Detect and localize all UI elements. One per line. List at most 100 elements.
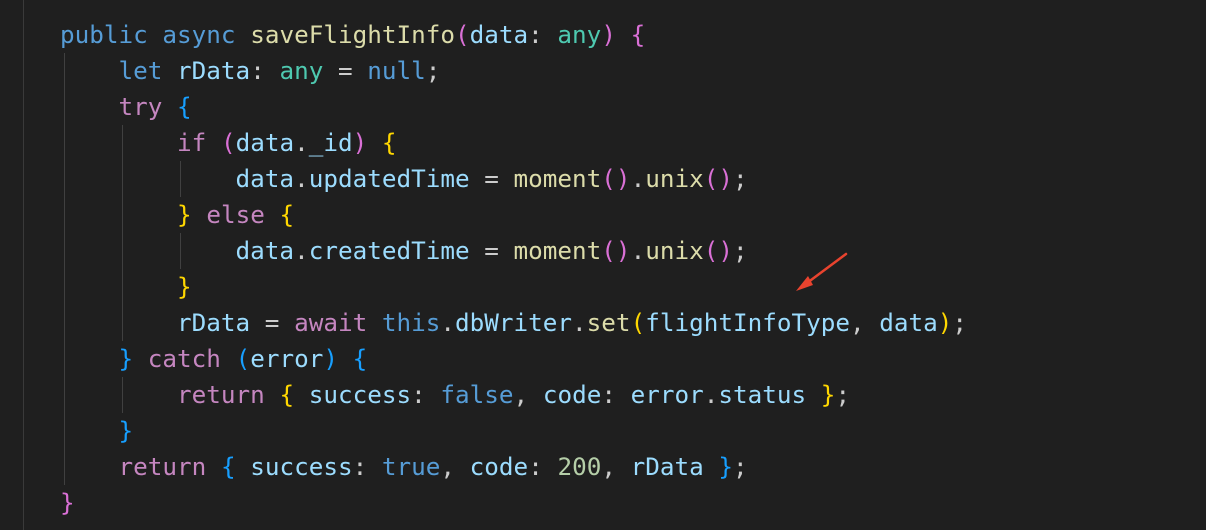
- code-line[interactable]: try {: [60, 89, 967, 125]
- code-token: }: [718, 452, 734, 481]
- code-token: this: [381, 308, 441, 337]
- code-token: ;: [835, 380, 851, 409]
- code-line[interactable]: if (data._id) {: [60, 125, 967, 161]
- code-token: rData: [630, 452, 704, 481]
- code-token: data: [235, 128, 295, 157]
- code-block[interactable]: public async saveFlightInfo(data: any) {…: [60, 17, 967, 521]
- code-token: try: [118, 92, 163, 121]
- code-token: :: [250, 56, 280, 85]
- code-token: set: [586, 308, 631, 337]
- code-token: any: [557, 20, 602, 49]
- code-line[interactable]: let rData: any = null;: [60, 53, 967, 89]
- code-token: rData: [177, 308, 251, 337]
- code-token: {: [381, 128, 397, 157]
- code-token: (: [235, 344, 251, 373]
- code-token: let: [118, 56, 163, 85]
- code-token: =: [469, 236, 514, 265]
- code-token: return: [177, 380, 265, 409]
- code-editor[interactable]: public async saveFlightInfo(data: any) {…: [0, 0, 1206, 530]
- code-token: }: [177, 200, 192, 229]
- code-token: (): [703, 236, 733, 265]
- code-token: ,: [513, 380, 543, 409]
- code-token: .: [294, 128, 309, 157]
- code-token: .: [440, 308, 455, 337]
- code-line[interactable]: }: [60, 485, 967, 521]
- code-token: false: [440, 380, 514, 409]
- code-token: async: [162, 20, 236, 49]
- code-line[interactable]: public async saveFlightInfo(data: any) {: [60, 17, 967, 53]
- code-line[interactable]: rData = await this.dbWriter.set(flightIn…: [60, 305, 967, 341]
- code-token: _id: [308, 128, 353, 157]
- code-token: (): [601, 236, 631, 265]
- code-token: .: [630, 236, 646, 265]
- code-token: :: [411, 380, 441, 409]
- code-token: .: [703, 380, 719, 409]
- code-token: error: [250, 344, 324, 373]
- code-token: public: [60, 20, 148, 49]
- code-token: else: [206, 200, 265, 229]
- code-token: code: [469, 452, 529, 481]
- code-line[interactable]: }: [60, 269, 967, 305]
- code-token: ): [601, 20, 616, 49]
- code-token: createdTime: [308, 236, 470, 265]
- code-token: :: [528, 452, 558, 481]
- code-token: return: [118, 452, 207, 481]
- code-token: :: [601, 380, 631, 409]
- code-token: success: [308, 380, 412, 409]
- code-token: ): [937, 308, 953, 337]
- code-token: rData: [177, 56, 251, 85]
- code-token: catch: [147, 344, 221, 373]
- code-token: ;: [952, 308, 968, 337]
- code-token: {: [630, 20, 646, 49]
- code-token: unix: [645, 236, 704, 265]
- code-line[interactable]: } catch (error) {: [60, 341, 967, 377]
- code-token: data: [235, 164, 295, 193]
- code-token: .: [572, 308, 587, 337]
- code-token: await: [294, 308, 368, 337]
- code-token: =: [469, 164, 514, 193]
- code-line[interactable]: return { success: true, code: 200, rData…: [60, 449, 967, 485]
- code-line[interactable]: data.updatedTime = moment().unix();: [60, 161, 967, 197]
- code-token: .: [294, 236, 309, 265]
- code-token: }: [118, 416, 134, 445]
- code-token: =: [323, 56, 368, 85]
- code-token: }: [60, 488, 75, 517]
- code-token: moment: [513, 164, 602, 193]
- code-token: ): [352, 128, 368, 157]
- code-line[interactable]: return { success: false, code: error.sta…: [60, 377, 967, 413]
- code-line[interactable]: } else {: [60, 197, 967, 233]
- code-line[interactable]: }: [60, 413, 967, 449]
- code-token: true: [381, 452, 441, 481]
- code-token: .: [630, 164, 646, 193]
- code-token: ): [323, 344, 338, 373]
- code-token: flightInfoType: [645, 308, 850, 337]
- code-token: .: [294, 164, 309, 193]
- code-line[interactable]: data.createdTime = moment().unix();: [60, 233, 967, 269]
- code-token: {: [279, 380, 295, 409]
- code-token: (: [455, 20, 470, 49]
- code-token: }: [118, 344, 134, 373]
- code-token: any: [279, 56, 324, 85]
- code-token: (): [703, 164, 733, 193]
- code-token: dbWriter: [455, 308, 573, 337]
- code-token: if: [177, 128, 207, 157]
